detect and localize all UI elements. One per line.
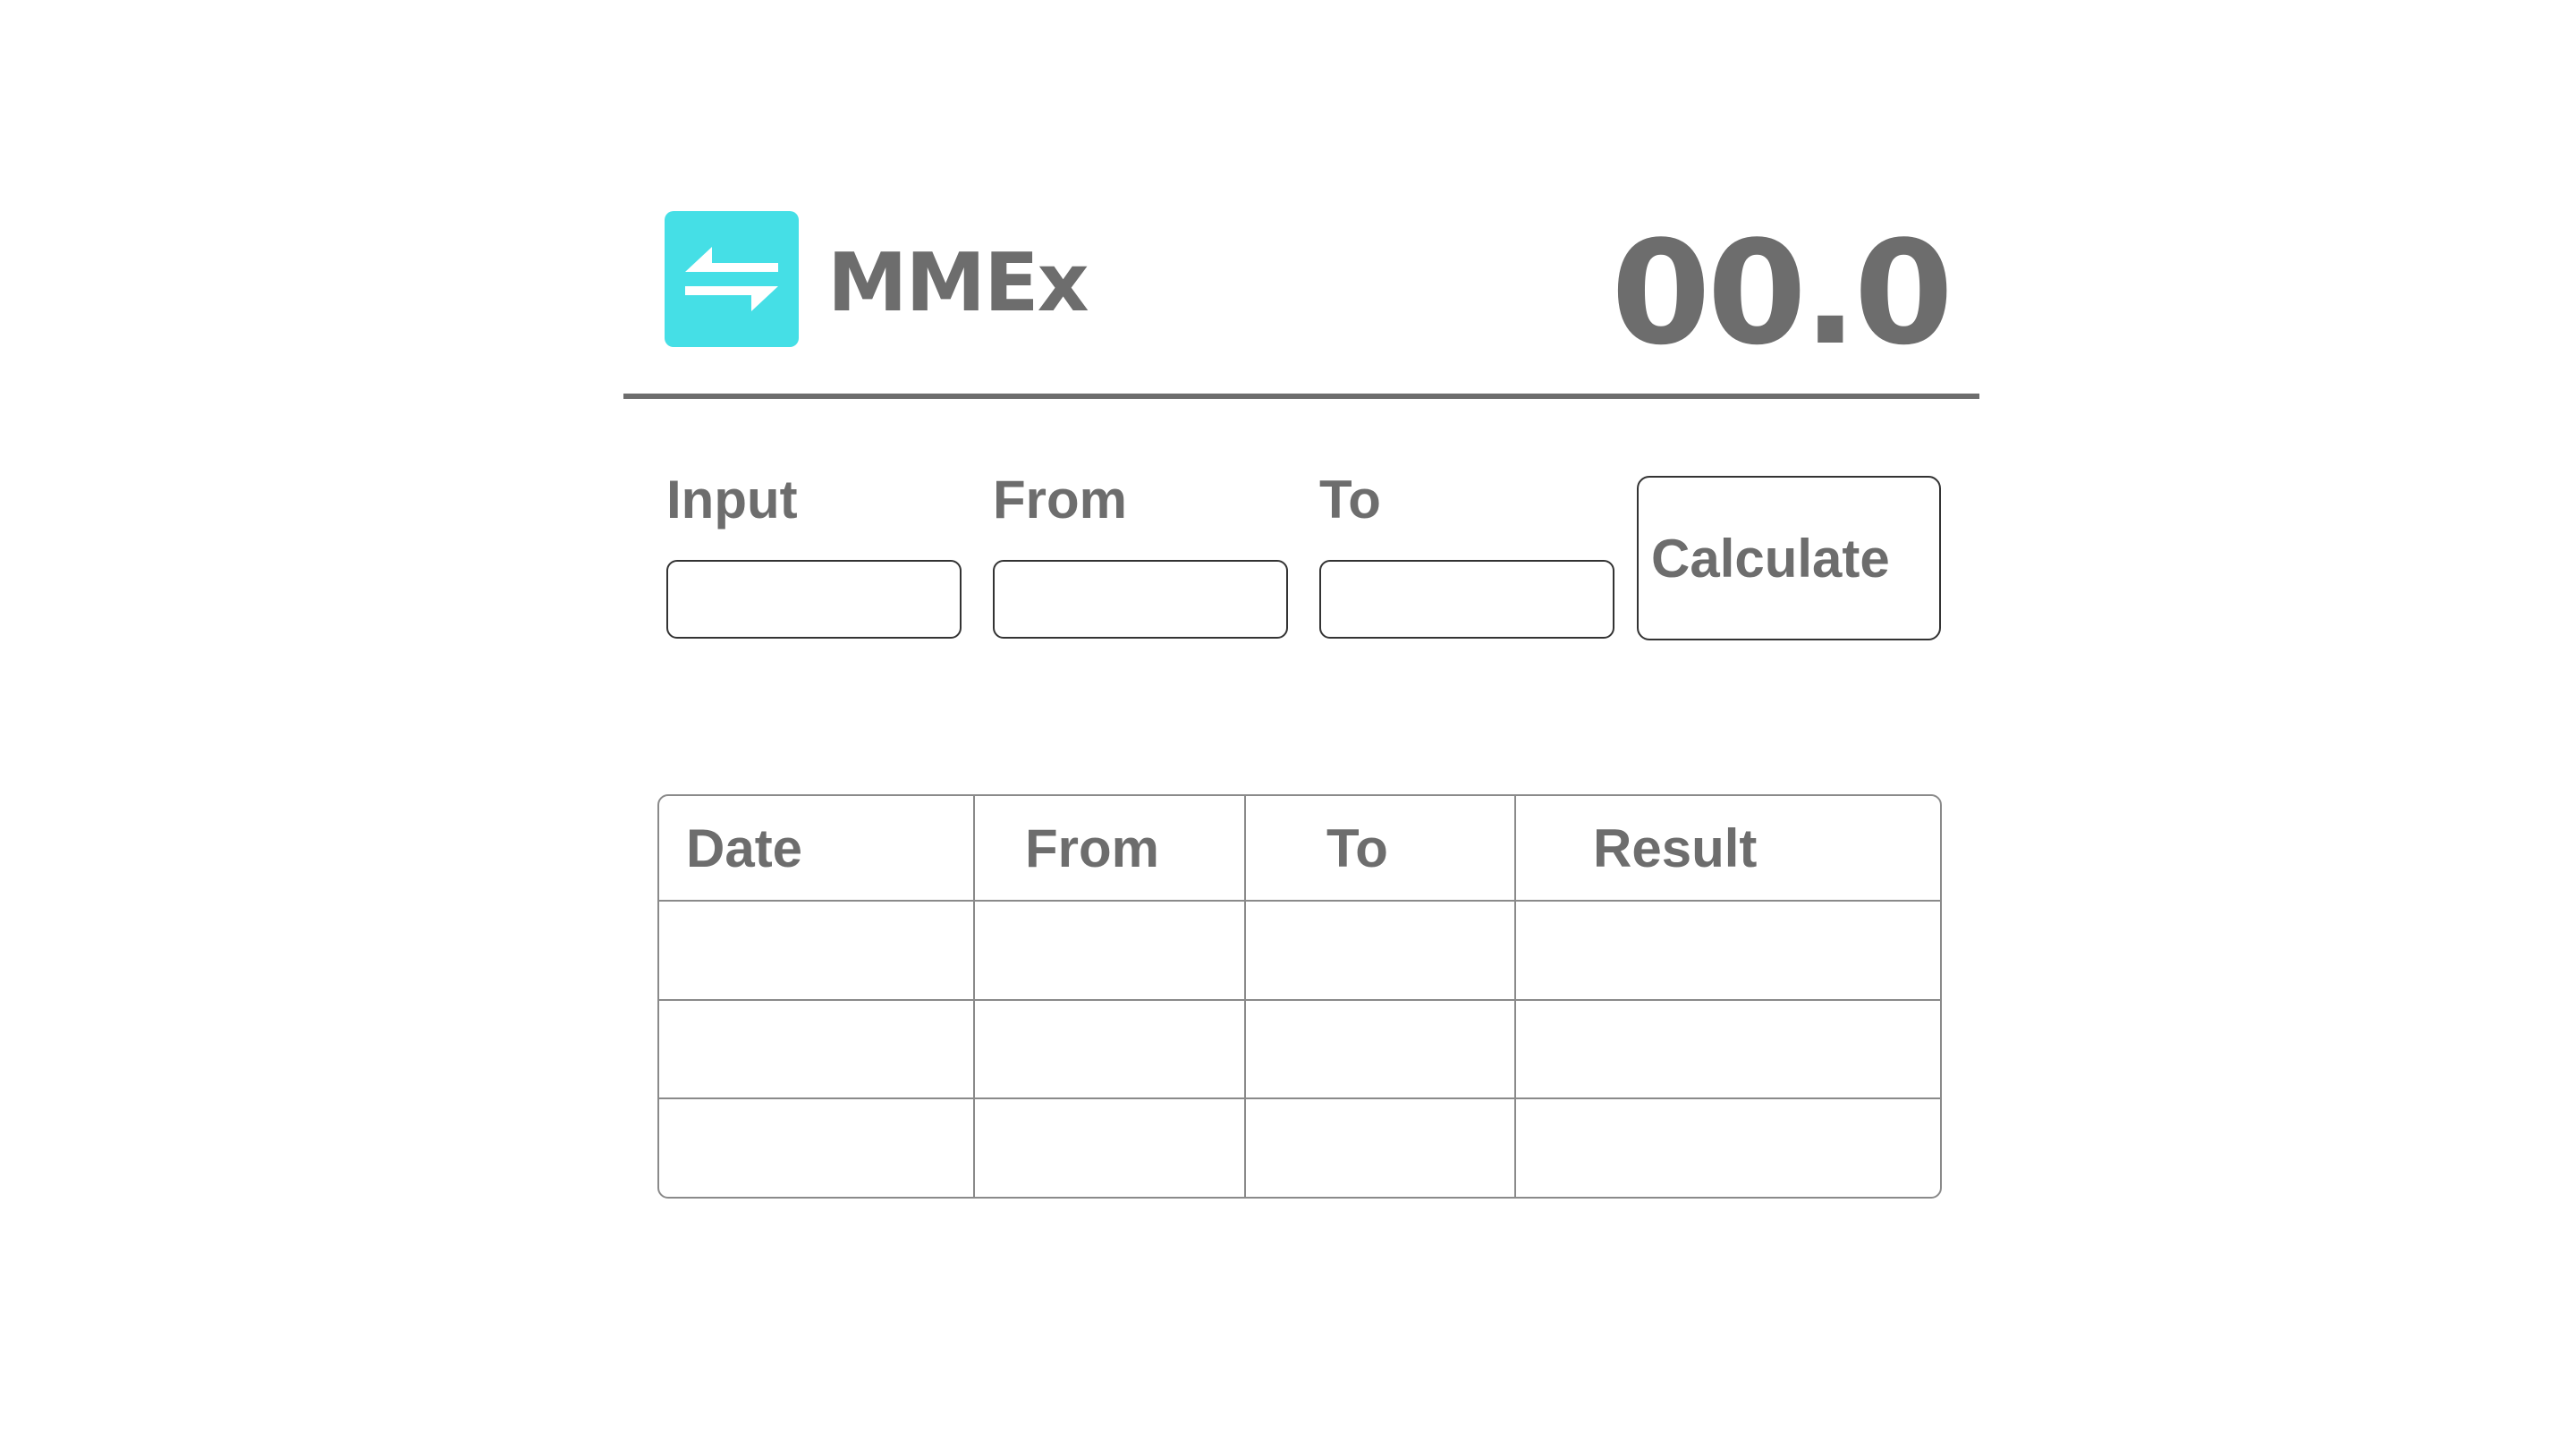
table-cell xyxy=(659,999,975,1100)
table-cell xyxy=(1245,999,1516,1100)
app-title: MMEx xyxy=(827,236,1089,330)
to-label: To xyxy=(1319,470,1381,530)
column-header-from: From xyxy=(974,796,1246,902)
table-cell xyxy=(974,1098,1246,1197)
result-display: 00.0 xyxy=(1611,209,1953,377)
column-header-result: Result xyxy=(1515,796,1940,902)
table-cell xyxy=(1515,999,1940,1100)
history-table: Date From To Result xyxy=(657,794,1942,1199)
table-cell xyxy=(974,999,1246,1100)
table-row xyxy=(659,901,1940,1001)
table-cell xyxy=(1515,1098,1940,1197)
table-cell xyxy=(974,901,1246,1001)
column-header-date: Date xyxy=(659,796,975,902)
input-label: Input xyxy=(666,470,798,530)
column-header-to: To xyxy=(1245,796,1516,902)
table-cell xyxy=(1245,901,1516,1001)
calculate-button[interactable]: Calculate xyxy=(1637,476,1941,640)
table-cell xyxy=(659,901,975,1001)
to-field[interactable] xyxy=(1319,560,1614,639)
table-cell xyxy=(659,1098,975,1197)
table-cell xyxy=(1245,1098,1516,1197)
app-logo xyxy=(665,211,799,347)
table-header-row: Date From To Result xyxy=(659,796,1940,902)
from-label: From xyxy=(993,470,1127,530)
table-row xyxy=(659,1098,1940,1197)
converter-app: MMEx 00.0 Input From To Calculate Date F… xyxy=(0,0,2576,1449)
table-cell xyxy=(1515,901,1940,1001)
table-row xyxy=(659,999,1940,1100)
swap-arrows-icon xyxy=(685,247,778,311)
input-field[interactable] xyxy=(666,560,962,639)
from-field[interactable] xyxy=(993,560,1288,639)
header-divider xyxy=(623,394,1979,399)
